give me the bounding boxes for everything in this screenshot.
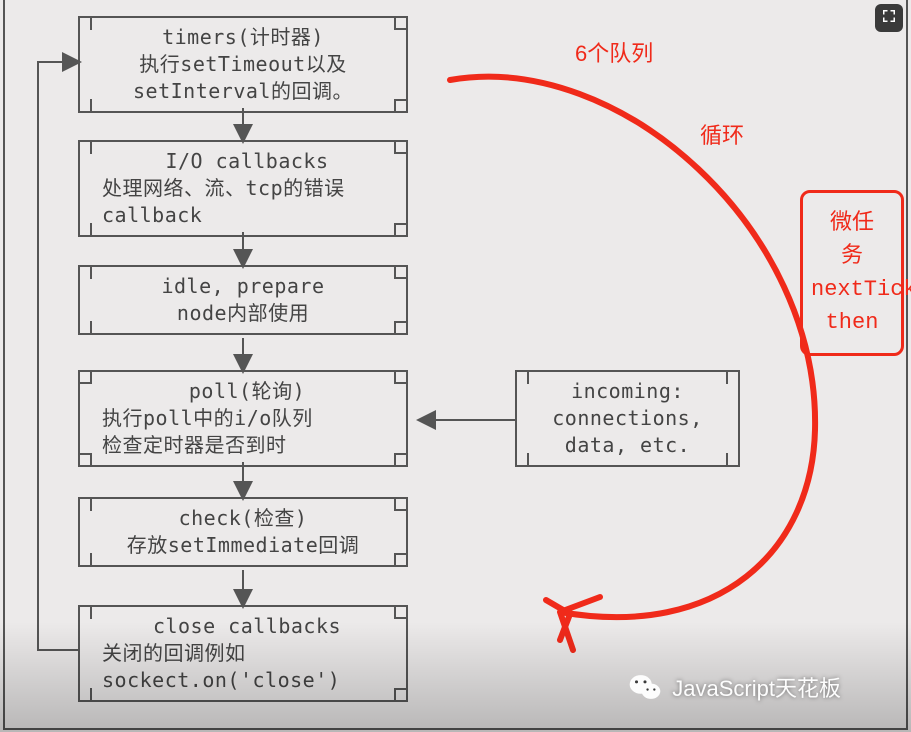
phase-poll-line3: 检查定时器是否到时 <box>102 432 392 459</box>
phase-io-title: I/O callbacks <box>102 148 392 175</box>
phase-poll-line2: 执行poll中的i/o队列 <box>102 405 392 432</box>
phase-close-line3: sockect.on('close') <box>102 667 392 694</box>
phase-idle: idle, prepare node内部使用 <box>78 265 408 335</box>
phase-check-title: check(检查) <box>94 505 392 532</box>
watermark-text: JavaScript天花板 <box>672 671 841 703</box>
phase-io-line3: callback <box>102 202 392 229</box>
phase-timers-line2: 执行setTimeout以及 <box>94 51 392 78</box>
phase-close-title: close callbacks <box>102 613 392 640</box>
phase-poll-title: poll(轮询) <box>102 378 392 405</box>
incoming-line2: connections, <box>531 405 724 432</box>
phase-check-line2: 存放setImmediate回调 <box>94 532 392 559</box>
microtask-box: 微任 务 nextTick then <box>800 190 904 356</box>
phase-timers-title: timers(计时器) <box>94 24 392 51</box>
microtask-line2: 务 <box>811 240 893 273</box>
phase-idle-line2: node内部使用 <box>94 300 392 327</box>
annotation-queues: 6个队列 <box>575 36 653 68</box>
watermark: JavaScript天花板 <box>628 670 841 704</box>
phase-io: I/O callbacks 处理网络、流、tcp的错误 callback <box>78 140 408 237</box>
microtask-line3: nextTick <box>811 273 893 306</box>
incoming-box: incoming: connections, data, etc. <box>515 370 740 467</box>
phase-idle-title: idle, prepare <box>94 273 392 300</box>
phase-poll: poll(轮询) 执行poll中的i/o队列 检查定时器是否到时 <box>78 370 408 467</box>
phase-timers-line3: setInterval的回调。 <box>94 78 392 105</box>
annotation-loop: 循环 <box>700 118 744 150</box>
phase-io-line2: 处理网络、流、tcp的错误 <box>102 175 392 202</box>
microtask-line1: 微任 <box>811 207 893 240</box>
phase-close-line2: 关闭的回调例如 <box>102 640 392 667</box>
expand-button[interactable] <box>875 4 903 32</box>
expand-icon <box>880 6 898 30</box>
phase-timers: timers(计时器) 执行setTimeout以及 setInterval的回… <box>78 16 408 113</box>
phase-close: close callbacks 关闭的回调例如 sockect.on('clos… <box>78 605 408 702</box>
incoming-line3: data, etc. <box>531 432 724 459</box>
microtask-line4: then <box>811 306 893 339</box>
incoming-line1: incoming: <box>531 378 724 405</box>
diagram-stage: timers(计时器) 执行setTimeout以及 setInterval的回… <box>0 0 911 732</box>
phase-check: check(检查) 存放setImmediate回调 <box>78 497 408 567</box>
wechat-icon <box>628 670 662 704</box>
